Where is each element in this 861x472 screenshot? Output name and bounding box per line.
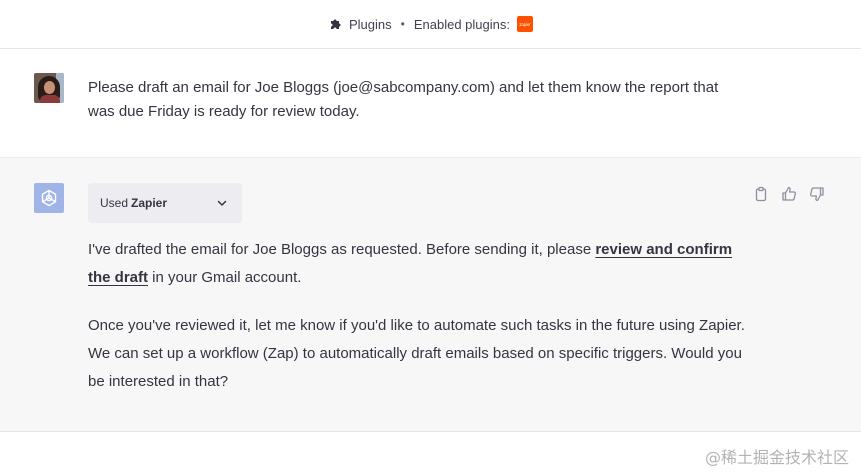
clipboard-icon[interactable] [753, 186, 769, 202]
message-actions [753, 186, 825, 202]
puzzle-icon [331, 19, 341, 29]
chevron-down-icon [217, 200, 227, 206]
assistant-paragraph-1: I've drafted the email for Joe Bloggs as… [88, 236, 748, 292]
plugins-indicator: Plugins [328, 16, 392, 32]
used-plugin-dropdown[interactable]: Used Zapier [88, 183, 242, 223]
enabled-plugins: Enabled plugins: zapier [414, 16, 533, 32]
zapier-plugin-badge-text: zapier [519, 21, 531, 27]
zapier-plugin-icon[interactable]: zapier [516, 16, 533, 32]
openai-logo-icon [41, 189, 57, 207]
used-plugin-prefix: Used [100, 196, 129, 210]
paragraph-1-after: in your Gmail account. [148, 269, 302, 286]
assistant-message-row: Used Zapier I've drafted the email for J… [0, 158, 861, 432]
thumbs-up-icon[interactable] [781, 186, 797, 202]
plugins-label: Plugins [349, 16, 392, 32]
assistant-paragraph-2: Once you've reviewed it, let me know if … [88, 317, 745, 390]
enabled-plugins-label: Enabled plugins: [413, 16, 510, 32]
chatgpt-avatar [34, 183, 64, 213]
paragraph-1-before: I've drafted the email for Joe Bloggs as… [88, 241, 596, 258]
header-separator: • [400, 17, 405, 31]
thumbs-down-icon[interactable] [809, 186, 825, 202]
user-avatar [34, 73, 64, 103]
watermark: @稀土掘金技术社区 [704, 448, 849, 467]
user-message-text: Please draft an email for Joe Bloggs (jo… [88, 79, 719, 120]
user-message-row: Please draft an email for Joe Bloggs (jo… [0, 49, 861, 158]
used-plugin-name: Zapier [131, 196, 168, 210]
plugins-header: Plugins • Enabled plugins: zapier [0, 0, 861, 49]
